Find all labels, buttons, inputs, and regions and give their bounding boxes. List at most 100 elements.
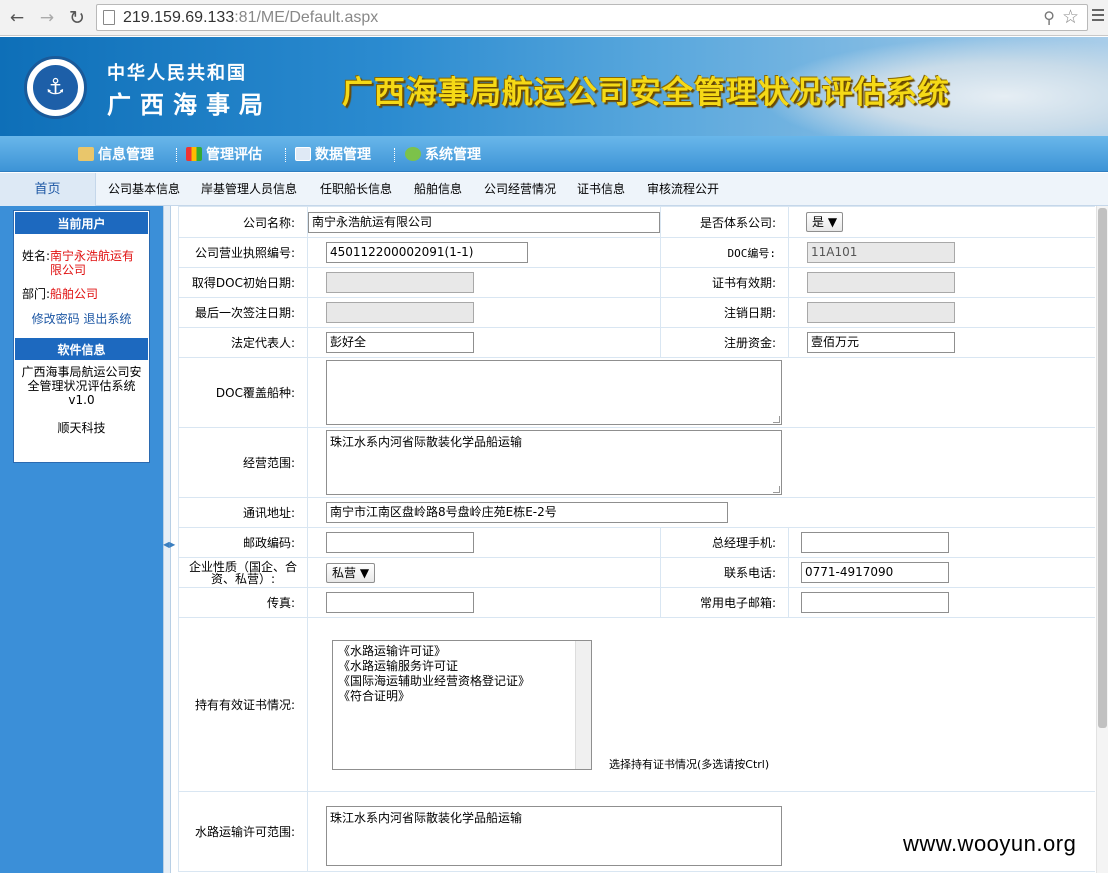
listbox-scrollbar[interactable] — [575, 640, 591, 769]
nav-system-manage[interactable]: 系统管理 — [405, 136, 481, 172]
address-bar[interactable]: 219.159.69.133:81/ME/Default.aspx ⚲ ☆ — [96, 4, 1088, 31]
legal-rep-label: 法定代表人: — [178, 327, 308, 358]
reg-capital-label: 注册资金: — [660, 327, 789, 358]
email-label: 常用电子邮箱: — [660, 587, 789, 618]
sub-nav-captains[interactable]: 任职船长信息 — [320, 173, 392, 206]
address-input[interactable]: 南宁市江南区盘岭路8号盘岭庄苑E栋E-2号 — [326, 502, 728, 523]
sub-nav-shore-staff[interactable]: 岸基管理人员信息 — [201, 173, 297, 206]
doc-init-date-label: 取得DOC初始日期: — [178, 267, 308, 298]
certs-label: 持有有效证书情况: — [178, 617, 308, 792]
license-no-label: 公司营业执照编号: — [178, 237, 308, 268]
msa-logo: ⚓ — [24, 56, 87, 119]
watermark: www.wooyun.org — [903, 831, 1077, 857]
nature-label: 企业性质（国企、合资、私营）: — [178, 557, 308, 588]
gm-mobile-label: 总经理手机: — [660, 527, 789, 558]
reg-capital-input[interactable]: 壹佰万元 — [807, 332, 955, 353]
water-scope-label: 水路运输许可范围: — [178, 791, 308, 872]
org-name-line1: 中华人民共和国 — [107, 63, 247, 84]
user-dept-value: 船舶公司 — [50, 287, 99, 301]
fax-input[interactable] — [326, 592, 474, 613]
page-icon — [103, 10, 115, 25]
address-bar-text: 219.159.69.133:81/ME/Default.aspx — [123, 9, 379, 26]
sub-nav-audit-process[interactable]: 审核流程公开 — [647, 173, 719, 206]
reload-icon[interactable]: ↻ — [66, 7, 88, 29]
page-scrollbar-thumb[interactable] — [1098, 208, 1107, 728]
certs-hint: 选择持有证书情况(多选请按Ctrl) — [609, 757, 770, 771]
certs-listbox[interactable]: 《水路运输许可证》 《水路运输服务许可证 《国际海运辅助业经营资格登记证》 《符… — [332, 639, 592, 770]
sub-nav-home[interactable]: 首页 — [0, 173, 96, 206]
company-name-label: 公司名称: — [178, 206, 308, 238]
fax-label: 传真: — [178, 587, 308, 618]
sub-nav-certificates[interactable]: 证书信息 — [577, 173, 625, 206]
cancel-date-label: 注销日期: — [660, 297, 789, 328]
doc-no-input: 11A101 — [807, 242, 955, 263]
business-scope-textarea[interactable]: 珠江水系内河省际散装化学品船运输 — [326, 430, 782, 495]
company-info-form: 公司名称: 南宁永浩航运有限公司 是否体系公司: 是 ▼ 公司营业执照编号: 4… — [178, 206, 1095, 873]
table-icon — [295, 147, 311, 161]
certs-option[interactable]: 《水路运输许可证》 — [338, 644, 586, 659]
doc-no-label: DOC编号: — [660, 237, 789, 268]
nav-data-manage[interactable]: 数据管理 — [295, 136, 371, 172]
email-input[interactable] — [801, 592, 949, 613]
sub-nav: 首页 公司基本信息 岸基管理人员信息 任职船长信息 船舶信息 公司经营情况 证书… — [0, 173, 1108, 206]
business-scope-label: 经营范围: — [178, 427, 308, 498]
software-info-title: 软件信息 — [14, 337, 149, 361]
software-name: 广西海事局航运公司安全管理状况评估系统 — [21, 365, 142, 393]
key-icon[interactable]: ⚲ — [1043, 8, 1055, 27]
sub-nav-company-info[interactable]: 公司基本信息 — [108, 173, 180, 206]
doc-ship-types-textarea[interactable] — [326, 360, 782, 425]
software-vendor: 顺天科技 — [57, 421, 106, 435]
software-version: v1.0 — [68, 393, 95, 407]
cancel-date-input — [807, 302, 955, 323]
is-system-select[interactable]: 是 ▼ — [806, 212, 844, 232]
address-label: 通讯地址: — [178, 497, 308, 528]
forward-arrow-icon[interactable]: → — [36, 7, 58, 29]
chart-bar-icon — [186, 147, 202, 161]
hamburger-menu-icon[interactable] — [1092, 9, 1104, 23]
browser-toolbar: ← → ↻ 219.159.69.133:81/ME/Default.aspx … — [0, 0, 1108, 36]
certs-option[interactable]: 《国际海运辅助业经营资格登记证》 — [338, 674, 586, 689]
last-endorse-input — [326, 302, 474, 323]
postcode-input[interactable] — [326, 532, 474, 553]
user-name-row: 姓名: 南宁永浩航运有限公司 — [14, 249, 149, 277]
license-no-input[interactable]: 450112200002091(1-1) — [326, 242, 528, 263]
sub-nav-operations[interactable]: 公司经营情况 — [484, 173, 556, 206]
star-icon[interactable]: ☆ — [1062, 6, 1079, 28]
nav-info-manage[interactable]: 信息管理 — [78, 136, 154, 172]
doc-ship-types-label: DOC覆盖船种: — [178, 357, 308, 428]
gm-mobile-input[interactable] — [801, 532, 949, 553]
doc-init-date-input — [326, 272, 474, 293]
cert-valid-label: 证书有效期: — [660, 267, 789, 298]
sidebar: 当前用户 姓名: 南宁永浩航运有限公司 部门:船舶公司 修改密码 退出系统 软件… — [0, 206, 163, 873]
phone-input[interactable]: 0771-4917090 — [801, 562, 949, 583]
form-table: 公司名称: 南宁永浩航运有限公司 是否体系公司: 是 ▼ 公司营业执照编号: 4… — [178, 206, 1095, 872]
legal-rep-input[interactable]: 彭好全 — [326, 332, 474, 353]
site-banner: ⚓ 中华人民共和国 广西海事局 广西海事局航运公司安全管理状况评估系统 — [0, 37, 1108, 136]
system-title: 广西海事局航运公司安全管理状况评估系统 — [342, 75, 950, 111]
certs-option[interactable]: 《水路运输服务许可证 — [338, 659, 586, 674]
postcode-label: 邮政编码: — [178, 527, 308, 558]
logout-link[interactable]: 退出系统 — [83, 312, 131, 326]
org-name-line2: 广西海事局 — [107, 90, 272, 119]
change-password-link[interactable]: 修改密码 — [32, 312, 80, 326]
phone-label: 联系电话: — [660, 557, 789, 588]
is-system-label: 是否体系公司: — [660, 206, 789, 238]
company-name-input[interactable]: 南宁永浩航运有限公司 — [308, 211, 660, 233]
nav-evaluate[interactable]: 管理评估 — [186, 136, 262, 172]
account-links: 修改密码 退出系统 — [14, 312, 149, 326]
gear-icon — [405, 147, 421, 161]
info-manage-icon — [78, 147, 94, 161]
user-dept-row: 部门:船舶公司 — [22, 287, 99, 301]
main-nav: 信息管理 管理评估 数据管理 系统管理 — [0, 136, 1108, 172]
user-name-value: 南宁永浩航运有限公司 — [50, 249, 135, 277]
cert-valid-input — [807, 272, 955, 293]
sub-nav-ships[interactable]: 船舶信息 — [414, 173, 462, 206]
back-arrow-icon[interactable]: ← — [6, 7, 28, 29]
certs-option[interactable]: 《符合证明》 — [338, 689, 586, 704]
anchor-icon: ⚓ — [33, 65, 78, 110]
last-endorse-label: 最后一次签注日期: — [178, 297, 308, 328]
collapse-arrow-icon[interactable]: ◀▶ — [163, 540, 175, 550]
nature-select[interactable]: 私营 ▼ — [326, 562, 376, 583]
water-scope-textarea[interactable]: 珠江水系内河省际散装化学品船运输 — [326, 806, 782, 866]
user-panel: 当前用户 姓名: 南宁永浩航运有限公司 部门:船舶公司 修改密码 退出系统 软件… — [13, 210, 150, 463]
